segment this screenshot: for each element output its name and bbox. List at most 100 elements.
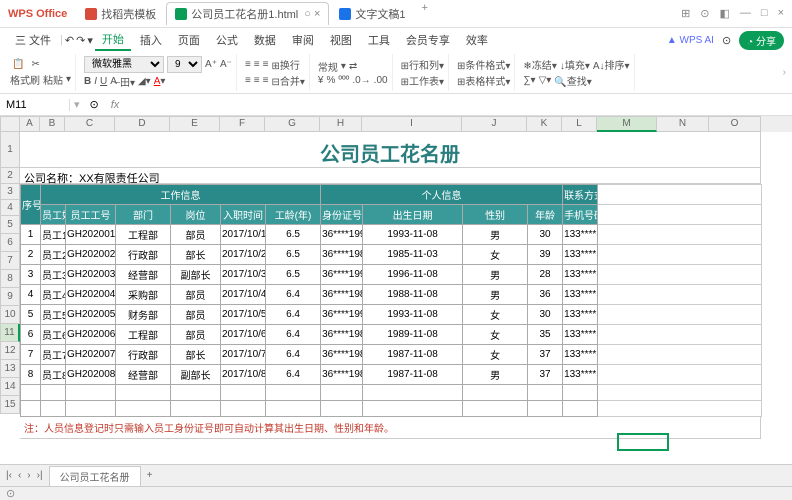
empty-cell[interactable] [321, 401, 363, 417]
worksheet-button[interactable]: ⊞工作表▾ [401, 73, 444, 88]
col-header-cell[interactable]: 出生日期 [363, 205, 463, 225]
col-header-cell[interactable]: 工龄(年) [266, 205, 321, 225]
doc-tab-templates[interactable]: 找稻壳模板 [77, 2, 164, 25]
data-cell[interactable]: 2017/10/6 [221, 325, 266, 345]
font-select[interactable]: 微软雅黑 [84, 56, 164, 73]
minimize-icon[interactable]: — [740, 7, 751, 20]
data-cell[interactable]: 2017/10/3 [221, 265, 266, 285]
align-bot-icon[interactable]: ≡ [263, 59, 269, 70]
wps-ai-button[interactable]: ▲ WPS AI [667, 35, 714, 46]
col-header[interactable]: E [170, 116, 220, 132]
row-header[interactable]: 14 [0, 378, 20, 396]
data-cell[interactable]: 2017/10/5 [221, 305, 266, 325]
ribbon-expand-icon[interactable]: › [783, 67, 786, 78]
row-header[interactable]: 8 [0, 270, 20, 288]
doc-tab-writer[interactable]: 文字文稿1 [331, 2, 413, 25]
doc-tab-roster[interactable]: 公司员工花名册1.html○ × [166, 2, 329, 25]
menu-start[interactable]: 开始 [95, 29, 131, 51]
help-icon[interactable]: ⊙ [700, 7, 709, 20]
col-header[interactable]: F [220, 116, 265, 132]
data-cell[interactable]: 133****3333 [563, 225, 598, 245]
data-cell[interactable]: 1988-11-08 [363, 285, 463, 305]
empty-cell[interactable] [171, 385, 221, 401]
data-cell[interactable]: 35 [528, 325, 563, 345]
hdr-personal[interactable]: 个人信息 [321, 185, 563, 205]
empty-cell[interactable] [266, 401, 321, 417]
data-cell[interactable]: 采购部 [116, 285, 171, 305]
data-cell[interactable]: 员工8 [41, 365, 66, 385]
row-header[interactable]: 12 [0, 342, 20, 360]
data-cell[interactable]: 员工7 [41, 345, 66, 365]
redo-icon[interactable]: ↷ [76, 34, 85, 47]
row-header[interactable]: 5 [0, 216, 20, 234]
data-cell[interactable]: 6 [21, 325, 41, 345]
col-header[interactable]: H [320, 116, 362, 132]
sum-icon[interactable]: ∑▾ [523, 75, 535, 86]
row-header[interactable]: 3 [0, 184, 20, 200]
hdr-seq[interactable]: 序号 [21, 185, 41, 225]
row-header[interactable]: 6 [0, 234, 20, 252]
data-cell[interactable]: 6.5 [266, 225, 321, 245]
transpose-icon[interactable]: ⇄ [349, 61, 357, 72]
data-cell[interactable]: 6.5 [266, 265, 321, 285]
sheet-tab-roster[interactable]: 公司员工花名册 [49, 466, 141, 486]
data-cell[interactable]: 员工4 [41, 285, 66, 305]
last-sheet-icon[interactable]: ›| [37, 470, 43, 481]
data-cell[interactable]: 财务部 [116, 305, 171, 325]
prev-sheet-icon[interactable]: ‹ [18, 470, 21, 481]
empty-cell[interactable] [116, 385, 171, 401]
underline-icon[interactable]: U [100, 76, 107, 87]
data-cell[interactable]: 男 [463, 225, 528, 245]
data-cell[interactable]: GH202001 [66, 225, 116, 245]
data-cell[interactable]: 36****198711085742 [321, 345, 363, 365]
data-cell[interactable]: 6.5 [266, 245, 321, 265]
undo-icon[interactable]: ↶ [65, 34, 74, 47]
data-cell[interactable]: 133****3335 [563, 265, 598, 285]
paste-button[interactable]: 📋 [10, 58, 26, 71]
sheet-title[interactable]: 公司员工花名册 [20, 132, 761, 168]
decrease-font-icon[interactable]: A⁻ [220, 59, 232, 70]
empty-cell[interactable] [66, 385, 116, 401]
data-cell[interactable]: 36****19851103548 [321, 245, 363, 265]
empty-cell[interactable] [41, 385, 66, 401]
skin-icon[interactable]: ◧ [720, 7, 730, 20]
empty-cell[interactable] [363, 401, 463, 417]
data-cell[interactable]: 女 [463, 345, 528, 365]
data-cell[interactable]: 6.4 [266, 325, 321, 345]
data-cell[interactable]: GH202008 [66, 365, 116, 385]
fill-color-icon[interactable]: ◢▾ [138, 76, 151, 87]
file-menu[interactable]: 三 文件 [8, 30, 58, 50]
add-sheet-icon[interactable]: + [147, 470, 153, 481]
data-cell[interactable]: 7 [21, 345, 41, 365]
data-cell[interactable]: 1996-11-08 [363, 265, 463, 285]
company-name[interactable]: 公司名称：XX有限责任公司 [20, 168, 761, 184]
data-cell[interactable]: 员工1 [41, 225, 66, 245]
data-cell[interactable]: GH202004 [66, 285, 116, 305]
share-button[interactable]: ◔ 分享 [739, 31, 784, 50]
data-cell[interactable]: 男 [463, 265, 528, 285]
menu-page[interactable]: 页面 [171, 30, 207, 50]
col-header[interactable]: B [40, 116, 65, 132]
empty-cell[interactable] [321, 385, 363, 401]
data-cell[interactable]: 28 [528, 265, 563, 285]
data-cell[interactable]: 行政部 [116, 345, 171, 365]
data-cell[interactable]: GH202005 [66, 305, 116, 325]
next-sheet-icon[interactable]: › [27, 470, 30, 481]
data-cell[interactable]: 8 [21, 365, 41, 385]
menu-icon[interactable]: ⊞ [681, 7, 690, 20]
menu-vip[interactable]: 会员专享 [399, 30, 457, 50]
spreadsheet-grid[interactable]: ABCDEFGHIJKLMNO 123456789101112131415 公司… [0, 116, 792, 486]
data-cell[interactable]: 部员 [171, 285, 221, 305]
data-cell[interactable]: 员工2 [41, 245, 66, 265]
data-cell[interactable]: 1 [21, 225, 41, 245]
data-cell[interactable]: 36****198711083456 [321, 365, 363, 385]
strike-icon[interactable]: A̶ [110, 76, 117, 87]
data-cell[interactable]: 36****198811085718 [321, 285, 363, 305]
menu-view[interactable]: 视图 [323, 30, 359, 50]
align-center-icon[interactable]: ≡ [254, 75, 260, 86]
data-cell[interactable]: 经营部 [116, 265, 171, 285]
col-header-cell[interactable]: 入职时间 [221, 205, 266, 225]
data-cell[interactable]: 部员 [171, 325, 221, 345]
data-cell[interactable]: 2017/10/4 [221, 285, 266, 305]
footnote[interactable]: 注：人员信息登记时只需输入员工身份证号即可自动计算其出生日期、性别和年龄。 [20, 417, 761, 439]
